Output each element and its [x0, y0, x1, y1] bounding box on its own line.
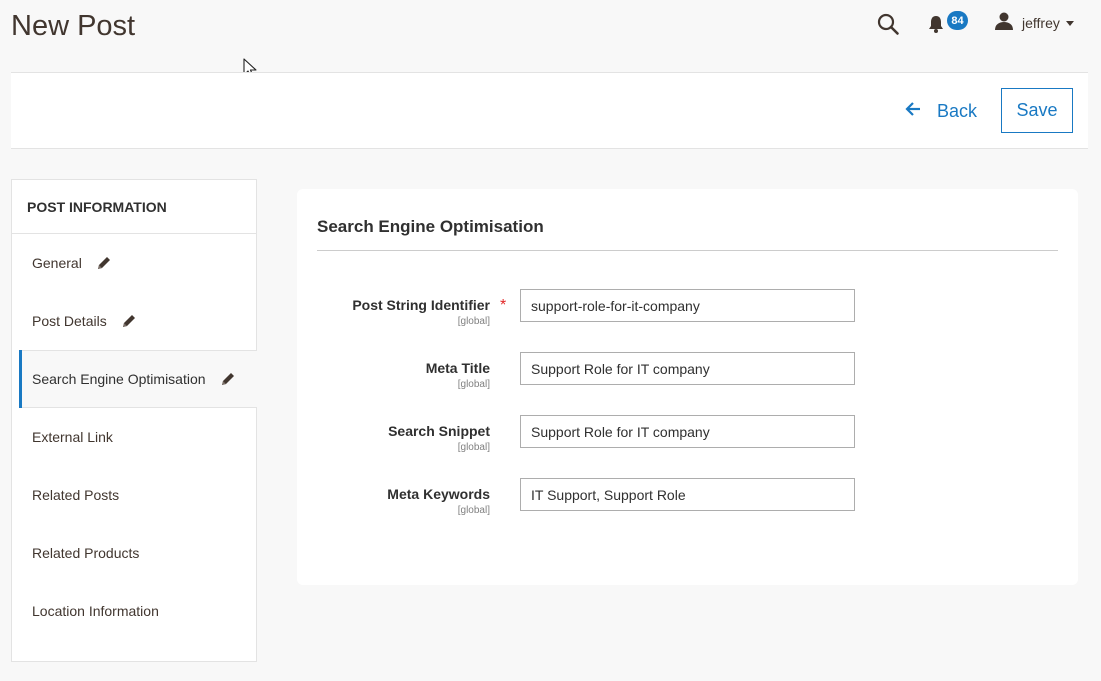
sidebar-item-label: External Link [32, 429, 113, 445]
notification-count-badge[interactable]: 84 [947, 11, 968, 30]
sidebar-item-general[interactable]: General [12, 234, 256, 292]
chevron-down-icon [1065, 20, 1074, 26]
sidebar-item-label: Related Posts [32, 487, 120, 503]
arrow-left-icon [905, 101, 937, 122]
sidebar-item-external-link[interactable]: External Link [12, 408, 256, 466]
back-button-label: Back [937, 100, 978, 121]
field-scope: [global] [457, 505, 490, 516]
field-label: Post String Identifier [352, 297, 490, 313]
post-string-identifier-input[interactable] [520, 289, 855, 322]
back-button[interactable]: Back [905, 99, 977, 123]
sidebar-item-label: Search Engine Optimisation [32, 371, 206, 387]
sidebar-item-related-posts[interactable]: Related Posts [12, 466, 256, 524]
sidebar-item-related-products[interactable]: Related Products [12, 524, 256, 582]
field-scope: [global] [457, 442, 490, 453]
post-information-nav: POST INFORMATION General Post Details Se… [11, 179, 257, 662]
search-snippet-input[interactable] [520, 415, 855, 448]
notification-bell-icon[interactable] [926, 14, 946, 34]
field-label: Meta Keywords [387, 486, 490, 502]
sidebar-item-label: General [32, 255, 82, 271]
field-row-search-snippet: Search Snippet [global] [297, 415, 1078, 453]
section-title: Search Engine Optimisation [317, 217, 544, 236]
field-row-meta-keywords: Meta Keywords [global] [297, 478, 1078, 516]
pencil-icon [121, 313, 137, 329]
sidebar-item-label: Related Products [32, 545, 140, 561]
field-scope: [global] [457, 316, 490, 327]
field-label: Search Snippet [388, 423, 490, 439]
section-divider [317, 250, 1058, 251]
field-row-meta-title: Meta Title [global] [297, 352, 1078, 390]
user-menu[interactable]: jeffrey [994, 12, 1074, 34]
field-row-post-string-identifier: Post String Identifier [global] * [297, 289, 1078, 327]
pencil-icon [220, 371, 236, 387]
page: New Post 84 jeffrey Back Save POST INFOR… [0, 0, 1101, 681]
sidebar-item-label: Location Information [32, 603, 159, 619]
page-actions-bar: Back Save [11, 72, 1088, 149]
sidebar-item-location-information[interactable]: Location Information [12, 582, 256, 640]
field-label: Meta Title [425, 360, 490, 376]
sidebar-item-search-engine-optimisation[interactable]: Search Engine Optimisation [19, 350, 257, 408]
pencil-icon [96, 255, 112, 271]
user-avatar-icon [994, 11, 1014, 36]
meta-title-input[interactable] [520, 352, 855, 385]
required-asterisk: * [500, 297, 507, 314]
sidebar-item-label: Post Details [32, 313, 107, 329]
meta-keywords-input[interactable] [520, 478, 855, 511]
sidebar-item-post-details[interactable]: Post Details [12, 292, 256, 350]
seo-fieldset: Search Engine Optimisation Post String I… [297, 189, 1078, 585]
user-name: jeffrey [1022, 15, 1060, 31]
field-scope: [global] [457, 379, 490, 390]
page-title: New Post [11, 10, 136, 42]
save-button[interactable]: Save [1001, 88, 1073, 133]
search-icon[interactable] [876, 12, 900, 36]
sidebar-title: POST INFORMATION [12, 180, 256, 234]
